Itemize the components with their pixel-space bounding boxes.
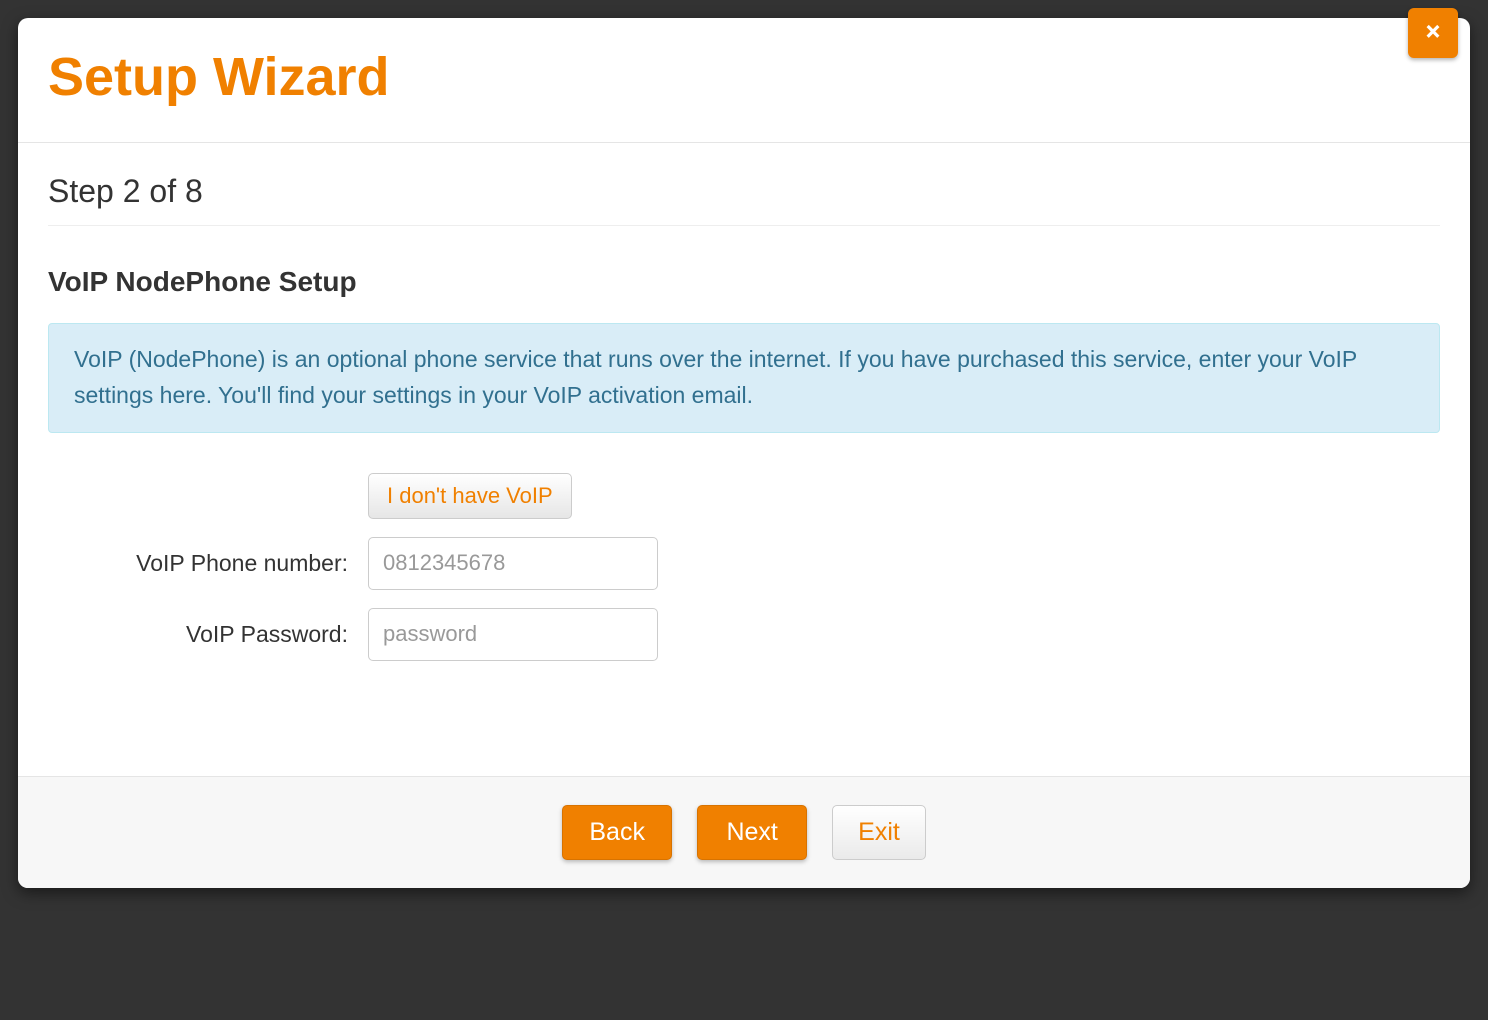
- modal-footer: Back Next Exit: [18, 776, 1470, 888]
- modal-body: Step 2 of 8 VoIP NodePhone Setup VoIP (N…: [18, 143, 1470, 776]
- phone-row: VoIP Phone number:: [48, 537, 1440, 590]
- next-button[interactable]: Next: [697, 805, 807, 860]
- no-voip-row: I don't have VoIP: [48, 473, 1440, 519]
- close-button[interactable]: [1408, 8, 1458, 58]
- close-icon: [1422, 21, 1444, 46]
- password-row: VoIP Password:: [48, 608, 1440, 661]
- voip-password-input[interactable]: [368, 608, 658, 661]
- back-button[interactable]: Back: [562, 805, 672, 860]
- section-heading: VoIP NodePhone Setup: [48, 266, 1440, 298]
- info-alert: VoIP (NodePhone) is an optional phone se…: [48, 323, 1440, 432]
- modal-title: Setup Wizard: [48, 48, 1440, 107]
- phone-label: VoIP Phone number:: [48, 550, 368, 577]
- step-indicator: Step 2 of 8: [48, 173, 1440, 226]
- modal-header: Setup Wizard: [18, 18, 1470, 143]
- password-label: VoIP Password:: [48, 621, 368, 648]
- no-voip-button[interactable]: I don't have VoIP: [368, 473, 572, 519]
- voip-phone-input[interactable]: [368, 537, 658, 590]
- setup-wizard-modal: Setup Wizard Step 2 of 8 VoIP NodePhone …: [18, 18, 1470, 888]
- exit-button[interactable]: Exit: [832, 805, 926, 860]
